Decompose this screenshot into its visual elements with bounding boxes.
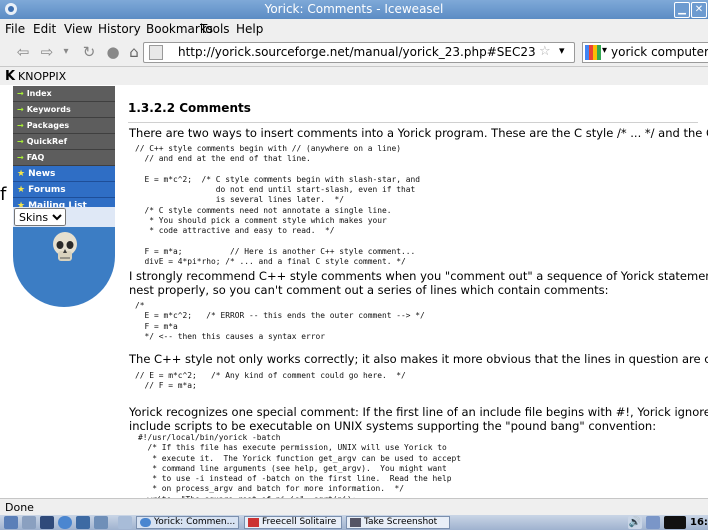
site-identity-icon[interactable] <box>149 45 163 60</box>
home-icon[interactable]: ⌂ <box>125 43 143 61</box>
sidebar-link-label: Keywords <box>26 105 71 114</box>
arrow-icon: → <box>17 105 24 114</box>
skull-logo-icon <box>53 232 77 261</box>
url-text[interactable]: http://yorick.sourceforge.net/manual/yor… <box>178 45 536 59</box>
workspace-icon[interactable] <box>94 516 108 529</box>
sidebar-link-label: Index <box>26 89 52 98</box>
url-bar[interactable]: http://yorick.sourceforge.net/manual/yor… <box>143 42 575 63</box>
search-box[interactable]: ▾ <box>582 42 708 63</box>
knoppix-icon: K <box>5 69 16 84</box>
screenshot-icon <box>350 518 361 527</box>
forward-icon[interactable]: ⇨ <box>38 43 56 61</box>
task-freecell[interactable]: Freecell Solitaire <box>244 516 342 529</box>
iceweasel-icon <box>140 518 151 527</box>
terminal-icon[interactable] <box>40 516 54 529</box>
status-text: Done <box>5 501 34 514</box>
skins-panel: Skins <box>13 207 115 227</box>
arrow-icon: → <box>17 89 24 98</box>
workspace-pager-icon[interactable] <box>118 516 132 529</box>
close-icon[interactable]: ✕ <box>691 2 707 18</box>
code-block-2: /* E = m*c^2; /* ERROR -- this ends the … <box>135 301 425 341</box>
cpu-monitor-icon <box>664 516 686 529</box>
window-titlebar: Yorick: Comments - Iceweasel ▁ ✕ <box>0 0 708 19</box>
paragraph-3: The C++ style not only works correctly; … <box>129 352 708 366</box>
paragraph-1: There are two ways to insert comments in… <box>129 126 708 140</box>
star-icon: ★ <box>17 169 26 179</box>
navigation-toolbar: ⇦ ⇨ ▾ ↻ ● ⌂ http://yorick.sourceforge.ne… <box>0 38 708 67</box>
bookmarks-toolbar: K KNOPPIX <box>0 67 708 85</box>
stop-icon[interactable]: ● <box>104 43 122 61</box>
task-screenshot[interactable]: Take Screenshot <box>346 516 450 529</box>
sidebar-link-index[interactable]: → Index <box>13 86 115 102</box>
site-sidebar: → Index → Keywords → Packages → QuickRef → FA… <box>13 86 115 307</box>
stray-text: f <box>0 184 7 205</box>
skins-select[interactable]: Skins <box>14 208 66 226</box>
menu-view[interactable]: View <box>64 22 92 36</box>
sidebar-logo-area <box>13 227 115 307</box>
heading-divider <box>128 122 698 123</box>
url-dropdown-icon[interactable]: ▾ <box>559 44 565 57</box>
search-engine-dropdown-icon[interactable]: ▾ <box>602 45 607 56</box>
task-label: Freecell Solitaire <box>262 517 337 527</box>
page-content: f → Index → Keywords → Packages → QuickRef →… <box>0 86 708 498</box>
search-input[interactable] <box>611 44 708 60</box>
paragraph-4: Yorick recognizes one special comment: I… <box>129 405 708 433</box>
section-heading: 1.3.2.2 Comments <box>128 101 251 115</box>
clock[interactable]: 16: <box>690 517 708 528</box>
sidebar-link-packages[interactable]: → Packages <box>13 118 115 134</box>
sidebar-section-news[interactable]: ★ News <box>13 166 115 182</box>
paragraph-2: I strongly recommend C++ style comments … <box>129 269 708 297</box>
cards-icon <box>248 518 259 527</box>
file-manager-icon[interactable] <box>76 516 90 529</box>
menu-bar: File Edit View History Bookmarks Tools H… <box>0 19 708 38</box>
menu-history[interactable]: History <box>98 22 141 36</box>
task-label: Yorick: Commen... <box>154 517 236 527</box>
arrow-icon: → <box>17 153 24 162</box>
task-label: Take Screenshot <box>364 517 438 527</box>
sidebar-link-keywords[interactable]: → Keywords <box>13 102 115 118</box>
kde-menu-icon[interactable] <box>4 516 18 529</box>
sidebar-section-forums[interactable]: ★ Forums <box>13 182 115 198</box>
sidebar-link-label: FAQ <box>26 153 45 162</box>
sidebar-link-faq[interactable]: → FAQ <box>13 150 115 166</box>
volume-icon[interactable]: 🔊 <box>628 516 642 529</box>
star-icon: ★ <box>17 185 26 195</box>
sidebar-link-label: Packages <box>26 121 70 130</box>
code-block-4: #!/usr/local/bin/yorick -batch /* If thi… <box>138 433 462 498</box>
history-dropdown-icon[interactable]: ▾ <box>57 43 75 61</box>
desktop-icon[interactable] <box>22 516 36 529</box>
bookmark-star-icon[interactable]: ☆ <box>539 44 551 59</box>
status-bar: Done <box>0 498 708 516</box>
code-block-3: // E = m*c^2; /* Any kind of comment cou… <box>135 371 406 391</box>
code-block-1: // C++ style comments begin with // (any… <box>135 144 421 267</box>
network-icon[interactable] <box>646 516 660 529</box>
browser-launcher-icon[interactable] <box>58 516 72 529</box>
minimize-icon[interactable]: ▁ <box>674 2 690 18</box>
sidebar-section-label: News <box>28 169 56 179</box>
sidebar-section-label: Forums <box>28 185 66 195</box>
menu-file[interactable]: File <box>5 22 25 36</box>
back-icon[interactable]: ⇦ <box>14 43 32 61</box>
arrow-icon: → <box>17 121 24 130</box>
bookmark-knoppix[interactable]: KNOPPIX <box>18 70 66 83</box>
menu-tools[interactable]: Tools <box>200 22 230 36</box>
window-title: Yorick: Comments - Iceweasel <box>264 2 444 16</box>
reload-icon[interactable]: ↻ <box>80 43 98 61</box>
search-engine-icon[interactable] <box>585 45 601 60</box>
sidebar-link-quickref[interactable]: → QuickRef <box>13 134 115 150</box>
task-yorick[interactable]: Yorick: Commen... <box>136 516 239 529</box>
sidebar-link-label: QuickRef <box>26 137 68 146</box>
menu-edit[interactable]: Edit <box>33 22 56 36</box>
arrow-icon: → <box>17 137 24 146</box>
taskbar: Yorick: Commen... Freecell Solitaire Tak… <box>0 515 708 530</box>
menu-help[interactable]: Help <box>236 22 263 36</box>
